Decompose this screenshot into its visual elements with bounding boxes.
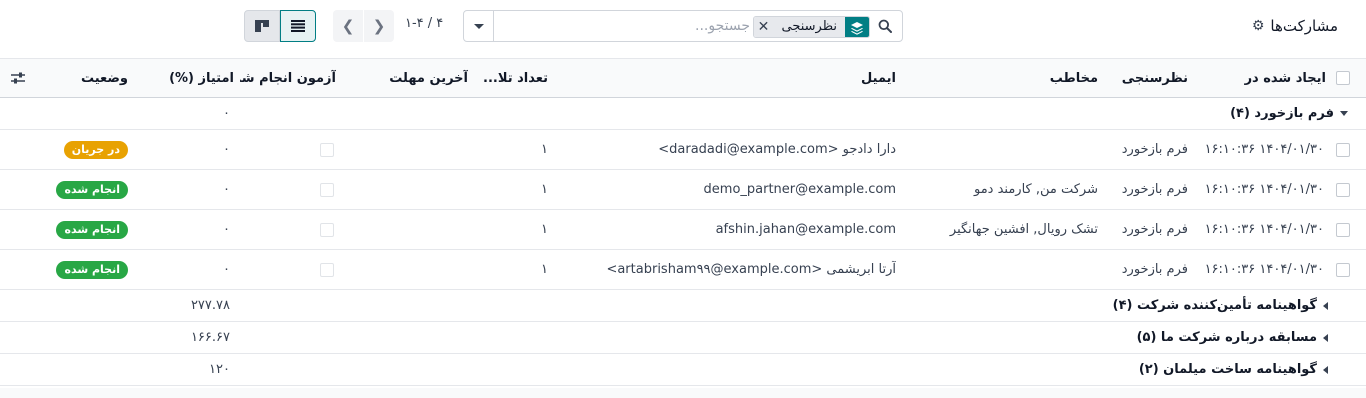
list-view-button[interactable]: [280, 10, 316, 42]
status-badge: در جریان: [63, 140, 128, 159]
cell-certified-checkbox: [320, 250, 336, 289]
column-score[interactable]: امتیاز (%): [160, 59, 234, 97]
cell-created-on: ۱۴۰۴/۰۱/۳۰ ۱۶:۱۰:۳۶: [1204, 142, 1324, 157]
cell-email: demo_partner@example.com: [703, 182, 896, 197]
group-score: ۰: [223, 106, 230, 121]
group-label: گواهینامه ساخت میلمان (۲): [1138, 362, 1317, 377]
cell-certified-checkbox: [320, 210, 336, 249]
cell-contact: شرکت من, کارمند دمو: [973, 182, 1098, 197]
cell-contact: [900, 130, 1098, 169]
cell-attempts: ۱: [541, 222, 548, 237]
row-checkbox[interactable]: [1336, 250, 1352, 289]
group-score: ۲۷۷.۷۸: [190, 298, 230, 313]
status-badge: انجام شده: [56, 260, 128, 279]
column-email[interactable]: ایمیل: [560, 59, 896, 97]
column-contact[interactable]: مخاطب: [960, 59, 1098, 97]
group-label: مسابقه درباره شرکت ما (۵): [1136, 330, 1317, 345]
cell-attempts: ۱: [541, 182, 548, 197]
filter-layers-icon: [845, 17, 869, 37]
control-panel: مشارکت‌ها ⚙ نظرسنجی ✕ جستجو... ۱-۴ / ۴ ❮…: [0, 0, 1366, 56]
cell-certified-checkbox: [320, 130, 336, 169]
status-badge: انجام شده: [56, 220, 128, 239]
search-facet: نظرسنجی ✕: [752, 16, 870, 38]
search-icon[interactable]: [878, 19, 892, 33]
close-icon[interactable]: ✕: [753, 17, 774, 37]
participations-table: ایجاد شده در نظرسنجی مخاطب ایمیل تعداد ت…: [0, 58, 1366, 386]
cell-contact: [900, 250, 1098, 289]
cell-attempts: ۱: [541, 142, 548, 157]
caret-down-icon: [473, 23, 484, 29]
cell-email: آرتا ابریشمی <artabrisham۹۹@example.com>: [606, 262, 896, 277]
cell-created-on: ۱۴۰۴/۰۱/۳۰ ۱۶:۱۰:۳۶: [1204, 262, 1324, 277]
table-footer-space: [0, 388, 1366, 398]
table-row[interactable]: ۱۴۰۴/۰۱/۳۰ ۱۶:۱۰:۳۶ فرم بازخورد شرکت من,…: [0, 170, 1366, 210]
table-row[interactable]: ۱۴۰۴/۰۱/۳۰ ۱۶:۱۰:۳۶ فرم بازخورد تشک رویا…: [0, 210, 1366, 250]
list-view-icon: [291, 20, 305, 32]
search-bar[interactable]: نظرسنجی ✕ جستجو...: [463, 10, 903, 42]
facet-value: نظرسنجی: [773, 17, 845, 37]
gear-icon[interactable]: ⚙: [1252, 18, 1265, 34]
group-row[interactable]: گواهینامه تأمین‌کننده شرکت (۴) ۲۷۷.۷۸: [0, 290, 1366, 322]
optional-columns-icon[interactable]: [10, 59, 26, 97]
cell-email: دارا دادجو <daradadi@example.com>: [658, 142, 896, 157]
caret-left-icon: [1323, 333, 1328, 342]
status-badge: انجام شده: [56, 180, 128, 199]
group-row[interactable]: فرم بازخورد (۴) ۰: [0, 98, 1366, 130]
kanban-view-button[interactable]: [244, 10, 280, 42]
cell-contact: تشک رویال, افشین جهانگیر: [949, 222, 1098, 237]
cell-attempts: ۱: [541, 262, 548, 277]
pager-next-button[interactable]: ❯: [364, 10, 394, 42]
table-row[interactable]: ۱۴۰۴/۰۱/۳۰ ۱۶:۱۰:۳۶ فرم بازخورد دارا داد…: [0, 130, 1366, 170]
cell-score: ۰: [223, 182, 230, 197]
cell-certified-checkbox: [320, 170, 336, 209]
column-attempts[interactable]: تعداد تلا...: [474, 59, 548, 97]
table-header: ایجاد شده در نظرسنجی مخاطب ایمیل تعداد ت…: [0, 58, 1366, 98]
cell-score: ۰: [223, 142, 230, 157]
pager-value[interactable]: ۱-۴ / ۴: [405, 16, 443, 31]
row-checkbox[interactable]: [1336, 130, 1352, 169]
group-score: ۱۶۶.۶۷: [190, 330, 230, 345]
group-label: گواهینامه تأمین‌کننده شرکت (۴): [1112, 298, 1317, 313]
search-input[interactable]: جستجو...: [695, 18, 750, 34]
kanban-view-icon: [255, 20, 269, 32]
chevron-right-icon: ❯: [372, 17, 386, 35]
group-row[interactable]: مسابقه درباره شرکت ما (۵) ۱۶۶.۶۷: [0, 322, 1366, 354]
breadcrumb: مشارکت‌ها ⚙: [1252, 15, 1338, 37]
cell-created-on: ۱۴۰۴/۰۱/۳۰ ۱۶:۱۰:۳۶: [1204, 222, 1324, 237]
column-status[interactable]: وضعیت: [64, 59, 128, 97]
group-label: فرم بازخورد (۴): [1230, 106, 1334, 121]
column-created-on[interactable]: ایجاد شده در: [1176, 59, 1326, 97]
column-certified[interactable]: آزمون انجام شد: [240, 59, 336, 97]
table-row[interactable]: ۱۴۰۴/۰۱/۳۰ ۱۶:۱۰:۳۶ فرم بازخورد آرتا ابر…: [0, 250, 1366, 290]
column-deadline[interactable]: آخرین مهلت: [364, 59, 468, 97]
row-checkbox[interactable]: [1336, 170, 1352, 209]
cell-score: ۰: [223, 222, 230, 237]
caret-left-icon: [1323, 301, 1328, 310]
cell-created-on: ۱۴۰۴/۰۱/۳۰ ۱۶:۱۰:۳۶: [1204, 182, 1324, 197]
cell-email: afshin.jahan@example.com: [715, 222, 896, 237]
group-row[interactable]: گواهینامه ساخت میلمان (۲) ۱۲۰: [0, 354, 1366, 386]
group-score: ۱۲۰: [209, 362, 230, 377]
page-title: مشارکت‌ها: [1270, 17, 1338, 35]
caret-down-icon: [1340, 111, 1348, 116]
cell-score: ۰: [223, 262, 230, 277]
pager-previous-button[interactable]: ❮: [333, 10, 363, 42]
search-options-toggle[interactable]: [464, 11, 494, 41]
caret-left-icon: [1323, 365, 1328, 374]
row-checkbox[interactable]: [1336, 210, 1352, 249]
select-all-checkbox[interactable]: [1336, 59, 1352, 97]
chevron-left-icon: ❮: [341, 17, 355, 35]
